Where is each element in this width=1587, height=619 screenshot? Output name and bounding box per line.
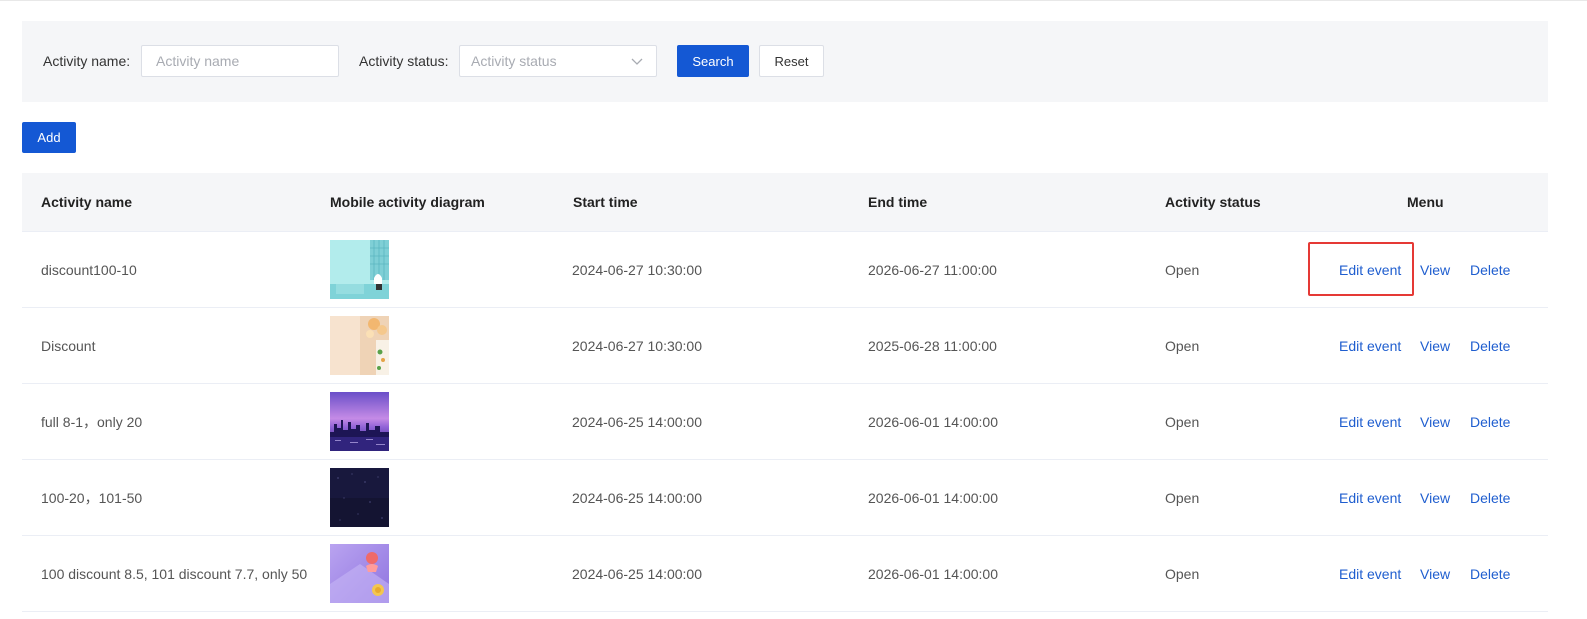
chevron-down-icon [631, 58, 643, 65]
edit-event-link[interactable]: Edit event [1339, 308, 1401, 384]
delete-link[interactable]: Delete [1470, 384, 1510, 460]
header-start-time: Start time [573, 194, 638, 210]
header-activity-status: Activity status [1165, 194, 1261, 210]
row-activity-name: discount100-10 [41, 262, 137, 278]
search-button[interactable]: Search [677, 45, 749, 77]
table-row: full 8-1，only 20 2024-06-25 14:00:00 202… [22, 384, 1548, 460]
row-activity-name: 100 discount 8.5, 101 discount 7.7, only… [41, 566, 308, 582]
header-activity-name: Activity name [41, 194, 133, 210]
view-link[interactable]: View [1420, 384, 1450, 460]
activity-diagram-thumbnail[interactable] [330, 392, 389, 451]
table-row: Discount 2024-06-27 10:30:00 2025-06-28 … [22, 308, 1548, 384]
activity-status-placeholder: Activity status [471, 53, 557, 69]
row-activity-name: full 8-1，only 20 [41, 414, 143, 430]
row-activity-name: Discount [41, 338, 96, 354]
row-status: Open [1165, 262, 1200, 278]
edit-event-link[interactable]: Edit event [1339, 384, 1401, 460]
row-end-time: 2025-06-28 11:00:00 [868, 338, 997, 354]
row-status: Open [1165, 566, 1200, 582]
delete-link[interactable]: Delete [1470, 536, 1510, 612]
view-link[interactable]: View [1420, 460, 1450, 536]
row-status: Open [1165, 490, 1200, 506]
row-start-time: 2024-06-27 10:30:00 [572, 338, 702, 354]
activity-status-label: Activity status: [359, 53, 449, 69]
delete-link[interactable]: Delete [1470, 460, 1510, 536]
row-end-time: 2026-06-01 14:00:00 [868, 490, 998, 506]
table-row: 100-20，101-50 2024-06-25 14:00:00 2026-0… [22, 460, 1548, 536]
delete-link[interactable]: Delete [1470, 232, 1510, 308]
row-start-time: 2024-06-25 14:00:00 [572, 566, 702, 582]
delete-link[interactable]: Delete [1470, 308, 1510, 384]
row-activity-name: 100-20，101-50 [41, 490, 143, 506]
view-link[interactable]: View [1420, 232, 1450, 308]
activity-status-select[interactable]: Activity status [459, 45, 657, 77]
search-panel: Activity name: Activity status: Activity… [22, 21, 1548, 102]
view-link[interactable]: View [1420, 308, 1450, 384]
activity-name-label: Activity name: [43, 53, 131, 69]
view-link[interactable]: View [1420, 536, 1450, 612]
edit-event-link[interactable]: Edit event [1339, 460, 1401, 536]
activity-diagram-thumbnail[interactable] [330, 316, 389, 375]
table-header: Activity name Mobile activity diagram St… [22, 173, 1548, 232]
edit-event-link[interactable]: Edit event [1339, 232, 1401, 308]
row-end-time: 2026-06-01 14:00:00 [868, 566, 998, 582]
activity-name-input[interactable] [141, 45, 339, 77]
activity-diagram-thumbnail[interactable] [330, 544, 389, 603]
table-row: discount100-10 2024-06-27 10:30:00 2026-… [22, 232, 1548, 308]
activity-table: Activity name Mobile activity diagram St… [22, 173, 1548, 612]
row-start-time: 2024-06-25 14:00:00 [572, 414, 702, 430]
activity-diagram-thumbnail[interactable] [330, 468, 389, 527]
row-end-time: 2026-06-27 11:00:00 [868, 262, 997, 278]
activity-diagram-thumbnail[interactable] [330, 240, 389, 299]
header-end-time: End time [868, 194, 928, 210]
header-menu: Menu [1407, 194, 1444, 210]
table-row: 100 discount 8.5, 101 discount 7.7, only… [22, 536, 1548, 612]
header-mobile-activity-diagram: Mobile activity diagram [330, 194, 485, 210]
add-button[interactable]: Add [22, 122, 76, 153]
row-status: Open [1165, 338, 1200, 354]
row-start-time: 2024-06-27 10:30:00 [572, 262, 702, 278]
reset-button[interactable]: Reset [759, 45, 824, 77]
top-divider [0, 0, 1587, 1]
row-end-time: 2026-06-01 14:00:00 [868, 414, 998, 430]
edit-event-link[interactable]: Edit event [1339, 536, 1401, 612]
row-status: Open [1165, 414, 1200, 430]
row-start-time: 2024-06-25 14:00:00 [572, 490, 702, 506]
